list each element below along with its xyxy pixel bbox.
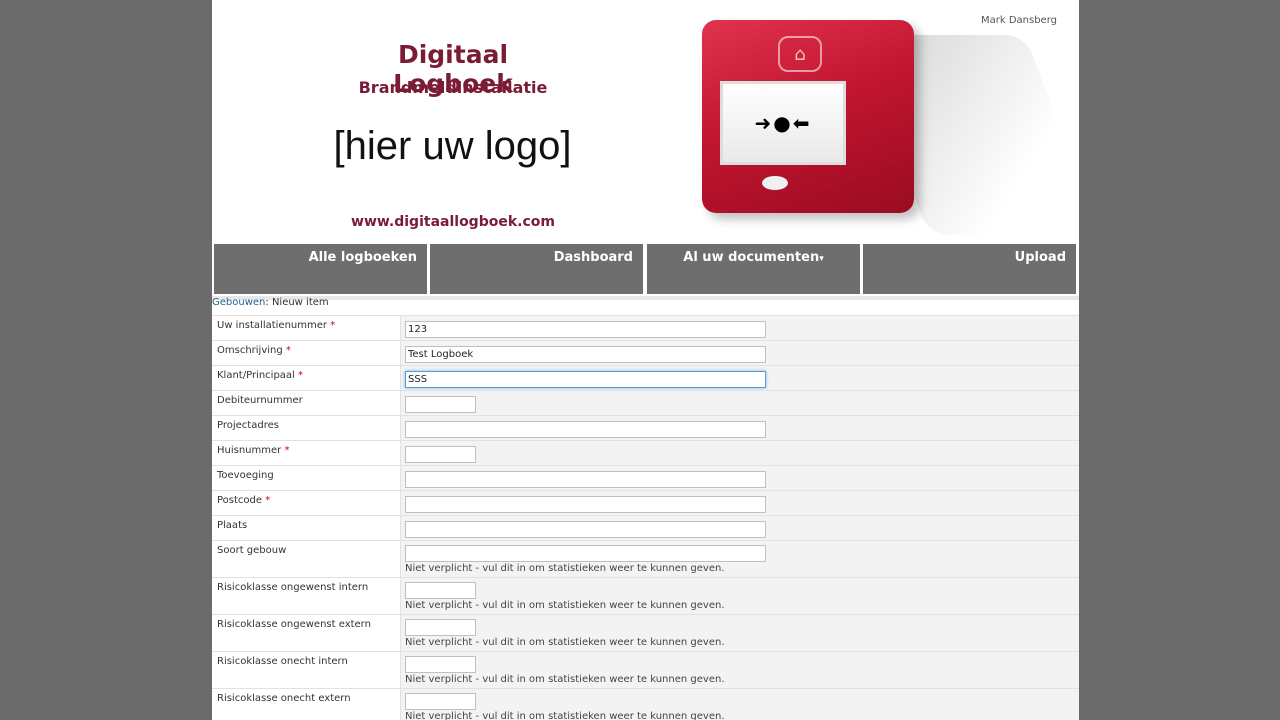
form-row: Uw installatienummer * [212,315,1079,340]
form-row: Projectadres [212,415,1079,440]
label-cell: Uw installatienummer * [212,316,401,340]
required-marker: * [284,445,290,456]
form-row: Soort gebouw Niet verplicht - vul dit in… [212,540,1079,577]
label-text: Klant/Principaal [217,370,295,381]
new-item-form: Uw installatienummer * Omschrijving * Kl… [212,315,1079,720]
label-cell: Risicoklasse onecht intern [212,652,401,688]
breadcrumb: Gebouwen: Nieuw item [212,297,329,308]
form-row: Omschrijving * [212,340,1079,365]
fire-alarm-image: ⌂ ➜●⬅ [702,20,914,213]
chevron-down-icon: ▾ [819,254,824,264]
nav-divider [212,296,1079,300]
huisnummer-input[interactable] [405,446,476,463]
label-cell: Postcode * [212,491,401,515]
field-label: Postcode * [217,495,270,506]
label-cell: Klant/Principaal * [212,366,401,390]
field-hint: Niet verplicht - vul dit in om statistie… [405,563,725,574]
projectadres-input[interactable] [405,421,766,438]
field-label: Risicoklasse onecht extern [217,693,351,704]
alarm-led-icon [762,176,788,190]
field-label: Debiteurnummer [217,395,303,406]
label-cell: Risicoklasse ongewenst extern [212,615,401,651]
field-label: Uw installatienummer * [217,320,335,331]
form-row: Risicoklasse ongewenst intern Niet verpl… [212,577,1079,614]
required-marker: * [265,495,271,506]
field-hint: Niet verplicht - vul dit in om statistie… [405,711,725,720]
field-label: Risicoklasse ongewenst extern [217,619,371,630]
field-label: Plaats [217,520,248,531]
label-text: Omschrijving [217,345,283,356]
main-nav: Alle logboeken Dashboard Al uw documente… [212,244,1079,296]
breadcrumb-current: Nieuw item [271,297,329,308]
label-cell: Risicoklasse onecht extern [212,689,401,720]
form-row: Toevoeging [212,465,1079,490]
field-label: Toevoeging [217,470,274,481]
label-cell: Plaats [212,516,401,540]
nav-documenten[interactable]: Al uw documenten▾ [647,244,860,294]
field-hint: Niet verplicht - vul dit in om statistie… [405,637,725,648]
nav-upload[interactable]: Upload [863,244,1076,294]
form-row: Risicoklasse onecht extern Niet verplich… [212,688,1079,720]
form-row: Risicoklasse ongewenst extern Niet verpl… [212,614,1079,651]
installatienummer-input[interactable] [405,321,766,338]
breadcrumb-separator: : [265,297,269,308]
website-url: www.digitaallogboek.com [351,214,555,230]
field-hint: Niet verplicht - vul dit in om statistie… [405,674,725,685]
label-text: Huisnummer [217,445,282,456]
form-row: Plaats [212,515,1079,540]
breadcrumb-gebouwen[interactable]: Gebouwen [212,297,265,308]
label-cell: Huisnummer * [212,441,401,465]
label-cell: Projectadres [212,416,401,440]
soort-gebouw-input[interactable] [405,545,766,562]
required-marker: * [285,345,291,356]
nav-alle-logboeken[interactable]: Alle logboeken [214,244,427,294]
field-label: Projectadres [217,420,279,431]
field-label: Risicoklasse onecht intern [217,656,348,667]
brand-subtitle: Brandmeldinstallatie [358,78,548,97]
label-cell: Toevoeging [212,466,401,490]
label-cell: Debiteurnummer [212,391,401,415]
field-hint: Niet verplicht - vul dit in om statistie… [405,600,725,611]
label-cell: Omschrijving * [212,341,401,365]
label-cell: Soort gebouw [212,541,401,577]
risico-ongewenst-intern-input[interactable] [405,582,476,599]
plaats-input[interactable] [405,521,766,538]
risico-onecht-extern-input[interactable] [405,693,476,710]
required-marker: * [330,320,336,331]
omschrijving-input[interactable] [405,346,766,363]
field-label: Klant/Principaal * [217,370,303,381]
risico-onecht-intern-input[interactable] [405,656,476,673]
form-row: Huisnummer * [212,440,1079,465]
required-marker: * [298,370,304,381]
debiteurnummer-input[interactable] [405,396,476,413]
klant-input[interactable] [405,371,766,388]
page: Mark Dansberg Digitaal Logboek Brandmeld… [212,0,1079,720]
user-name[interactable]: Mark Dansberg [981,15,1057,26]
field-label: Omschrijving * [217,345,291,356]
nav-documenten-label: Al uw documenten [683,250,820,265]
risico-ongewenst-extern-input[interactable] [405,619,476,636]
toevoeging-input[interactable] [405,471,766,488]
field-label: Huisnummer * [217,445,289,456]
form-row: Klant/Principaal * [212,365,1079,390]
header-banner: Mark Dansberg Digitaal Logboek Brandmeld… [212,0,1079,244]
postcode-input[interactable] [405,496,766,513]
label-cell: Risicoklasse ongewenst intern [212,578,401,614]
alarm-glass-icon: ➜●⬅ [720,81,846,165]
fire-house-icon: ⌂ [778,36,822,72]
field-label: Risicoklasse ongewenst intern [217,582,369,593]
logo-placeholder: [hier uw logo] [333,124,572,168]
form-row: Risicoklasse onecht intern Niet verplich… [212,651,1079,688]
form-row: Debiteurnummer [212,390,1079,415]
label-text: Uw installatienummer [217,320,328,331]
label-text: Postcode [217,495,263,506]
form-row: Postcode * [212,490,1079,515]
nav-dashboard[interactable]: Dashboard [430,244,643,294]
field-label: Soort gebouw [217,545,287,556]
